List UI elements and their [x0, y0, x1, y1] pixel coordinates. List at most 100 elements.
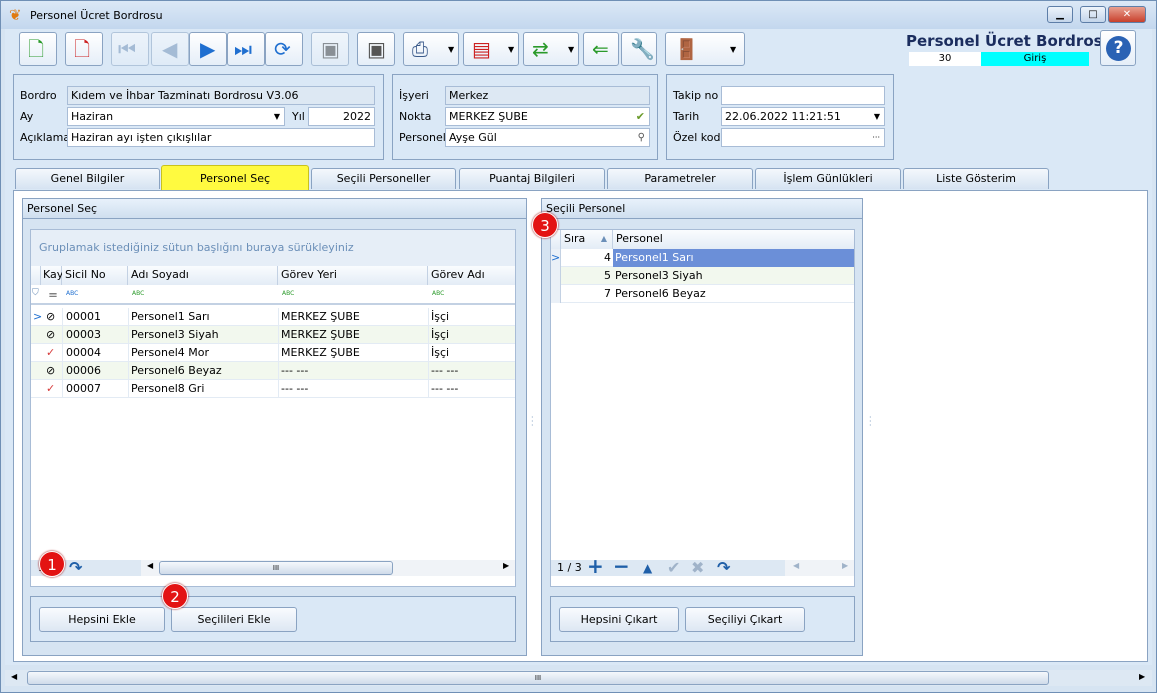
- tarih-field[interactable]: 22.06.2022 11:21:51 ▼: [721, 107, 885, 126]
- lookup-icon[interactable]: ⚲: [638, 129, 645, 146]
- tab-secili-personeller[interactable]: Seçili Personeller: [311, 168, 456, 189]
- export-button[interactable]: ⇄ ▼: [523, 32, 579, 66]
- minimize-button[interactable]: ▁: [1047, 6, 1073, 23]
- scroll-right-icon[interactable]: ▶: [503, 561, 509, 570]
- previous-record-button[interactable]: ◀: [151, 32, 189, 66]
- new-button[interactable]: 🗋: [19, 32, 57, 66]
- scroll-right-icon[interactable]: ▶: [1139, 672, 1145, 681]
- redo-icon[interactable]: ↷: [717, 560, 730, 576]
- table-row[interactable]: 7 Personel6 Beyaz: [551, 285, 854, 303]
- first-record-button[interactable]: ⏮: [111, 32, 149, 66]
- ay-select[interactable]: Haziran ▼: [67, 107, 285, 126]
- horizontal-scrollbar[interactable]: ◀ ▶: [785, 560, 854, 576]
- col-sira[interactable]: Sıra ▲: [561, 230, 613, 249]
- move-up-icon[interactable]: ▲: [643, 560, 652, 576]
- tab-parametreler[interactable]: Parametreler: [607, 168, 753, 189]
- cancel-icon[interactable]: ✖: [691, 560, 704, 576]
- takip-field[interactable]: [721, 86, 885, 105]
- cell-yer: MERKEZ ŞUBE: [281, 310, 360, 323]
- col-gorev-yeri[interactable]: Görev Yeri: [278, 266, 428, 285]
- remove-icon[interactable]: −: [613, 556, 630, 576]
- tab-puantaj-bilgileri[interactable]: Puantaj Bilgileri: [459, 168, 605, 189]
- exit-button[interactable]: 🚪 ▼: [665, 32, 745, 66]
- column-divider: [128, 344, 129, 362]
- tab-personel-sec[interactable]: Personel Seç: [161, 165, 309, 190]
- aciklama-field[interactable]: Haziran ayı işten çıkışlılar: [67, 128, 375, 147]
- circle-check-icon: ⊘: [46, 328, 56, 341]
- bordro-field[interactable]: Kıdem ve İhbar Tazminatı Bordrosu V3.06: [67, 86, 375, 105]
- next-icon: ▶: [200, 37, 216, 61]
- personel-field[interactable]: Ayşe Gül ⚲: [445, 128, 650, 147]
- scroll-left-icon[interactable]: ◀: [11, 672, 17, 681]
- scrollbar-thumb[interactable]: III: [27, 671, 1049, 685]
- discard-icon: ▣: [367, 37, 386, 61]
- ellipsis-icon[interactable]: ···: [872, 129, 880, 146]
- last-record-button[interactable]: ⏭: [227, 32, 265, 66]
- next-record-button[interactable]: ▶: [189, 32, 227, 66]
- table-row[interactable]: 5 Personel3 Siyah: [551, 267, 854, 285]
- column-divider: [128, 308, 129, 326]
- export-pdf-button[interactable]: ▤ ▼: [463, 32, 519, 66]
- scroll-right-icon[interactable]: ▶: [842, 561, 848, 570]
- yil-field[interactable]: 2022: [308, 107, 375, 126]
- table-row[interactable]: ⊘ 00003 Personel3 Siyah MERKEZ ŞUBE İşçi: [31, 326, 515, 344]
- col-kay[interactable]: Kay: [41, 266, 63, 285]
- column-divider: [428, 380, 429, 398]
- pager-text: 1 / 3: [557, 561, 582, 574]
- table-row[interactable]: ✓ 00007 Personel8 Gri --- --- --- ---: [31, 380, 515, 398]
- add-icon[interactable]: +: [587, 556, 604, 576]
- last-icon: ⏭: [234, 37, 252, 61]
- hepsini-cikart-button[interactable]: Hepsini Çıkart: [559, 607, 679, 632]
- text-filter-icon: ABC: [432, 290, 445, 297]
- scroll-left-icon[interactable]: ◀: [147, 561, 153, 570]
- print-button[interactable]: ⎙ ▼: [403, 32, 459, 66]
- horizontal-scrollbar[interactable]: ◀ III ▶: [141, 560, 515, 576]
- cell-gorev: İşçi: [431, 328, 450, 341]
- import-button[interactable]: ⇐: [583, 32, 619, 66]
- isyeri-field[interactable]: Merkez: [445, 86, 650, 105]
- ozel-kod-field[interactable]: ···: [721, 128, 885, 147]
- col-personel[interactable]: Personel: [613, 230, 854, 249]
- filter-row[interactable]: ⛉ ＝ ABC ABC ABC ABC: [31, 285, 515, 305]
- maximize-button[interactable]: □: [1080, 6, 1106, 23]
- close-button[interactable]: ✕: [1108, 6, 1146, 23]
- splitter-handle[interactable]: · · ·: [531, 414, 534, 430]
- table-row[interactable]: ⊘ 00006 Personel6 Beyaz --- --- --- ---: [31, 362, 515, 380]
- save-button[interactable]: ▣: [311, 32, 349, 66]
- chevron-down-icon[interactable]: ▼: [274, 108, 280, 125]
- tab-genel-bilgiler[interactable]: Genel Bilgiler: [15, 168, 160, 189]
- scroll-left-icon[interactable]: ◀: [793, 561, 799, 570]
- col-sicil-no[interactable]: Sicil No: [62, 266, 128, 285]
- col-gorev-adi[interactable]: Görev Adı: [428, 266, 515, 285]
- table-row[interactable]: >4 Personel1 Sarı: [551, 249, 854, 267]
- equals-icon: ＝: [48, 291, 58, 302]
- col-adi-soyadi[interactable]: Adı Soyadı: [128, 266, 278, 285]
- table-row[interactable]: ✓ 00004 Personel4 Mor MERKEZ ŞUBE İşçi: [31, 344, 515, 362]
- delete-button[interactable]: 🗋: [65, 32, 103, 66]
- checks-icon[interactable]: ✔: [636, 108, 645, 125]
- scrollbar-thumb[interactable]: III: [159, 561, 393, 575]
- splitter-handle[interactable]: · · ·: [869, 414, 872, 430]
- settings-button[interactable]: 🔧: [621, 32, 657, 66]
- help-button[interactable]: ?: [1100, 30, 1136, 66]
- cell-gorev: --- ---: [431, 364, 459, 377]
- cell-ad: Personel8 Gri: [131, 382, 205, 395]
- new-document-icon: 🗋: [28, 37, 45, 61]
- refresh-button[interactable]: ⟳: [265, 32, 303, 66]
- circle-check-icon: ⊘: [46, 364, 56, 377]
- window-horizontal-scrollbar[interactable]: ◀ III ▶: [5, 670, 1152, 686]
- nokta-field[interactable]: MERKEZ ŞUBE ✔: [445, 107, 650, 126]
- hepsini-ekle-button[interactable]: Hepsini Ekle: [39, 607, 165, 632]
- tab-islem-gunlukleri[interactable]: İşlem Günlükleri: [755, 168, 901, 189]
- ozel-kod-label: Özel kod: [673, 131, 721, 144]
- table-row[interactable]: > ⊘ 00001 Personel1 Sarı MERKEZ ŞUBE İşçi: [31, 308, 515, 326]
- confirm-icon[interactable]: ✔: [667, 560, 680, 576]
- cell-yer: --- ---: [281, 382, 309, 395]
- cancel-save-button[interactable]: ▣: [357, 32, 395, 66]
- row-indicator: [551, 285, 561, 303]
- tab-liste-gosterim[interactable]: Liste Gösterim: [903, 168, 1049, 189]
- chevron-down-icon[interactable]: ▼: [874, 108, 880, 125]
- seciliyi-cikart-button[interactable]: Seçiliyi Çıkart: [685, 607, 805, 632]
- redo-icon[interactable]: ↷: [69, 560, 82, 576]
- secilileri-ekle-button[interactable]: Seçilileri Ekle: [171, 607, 297, 632]
